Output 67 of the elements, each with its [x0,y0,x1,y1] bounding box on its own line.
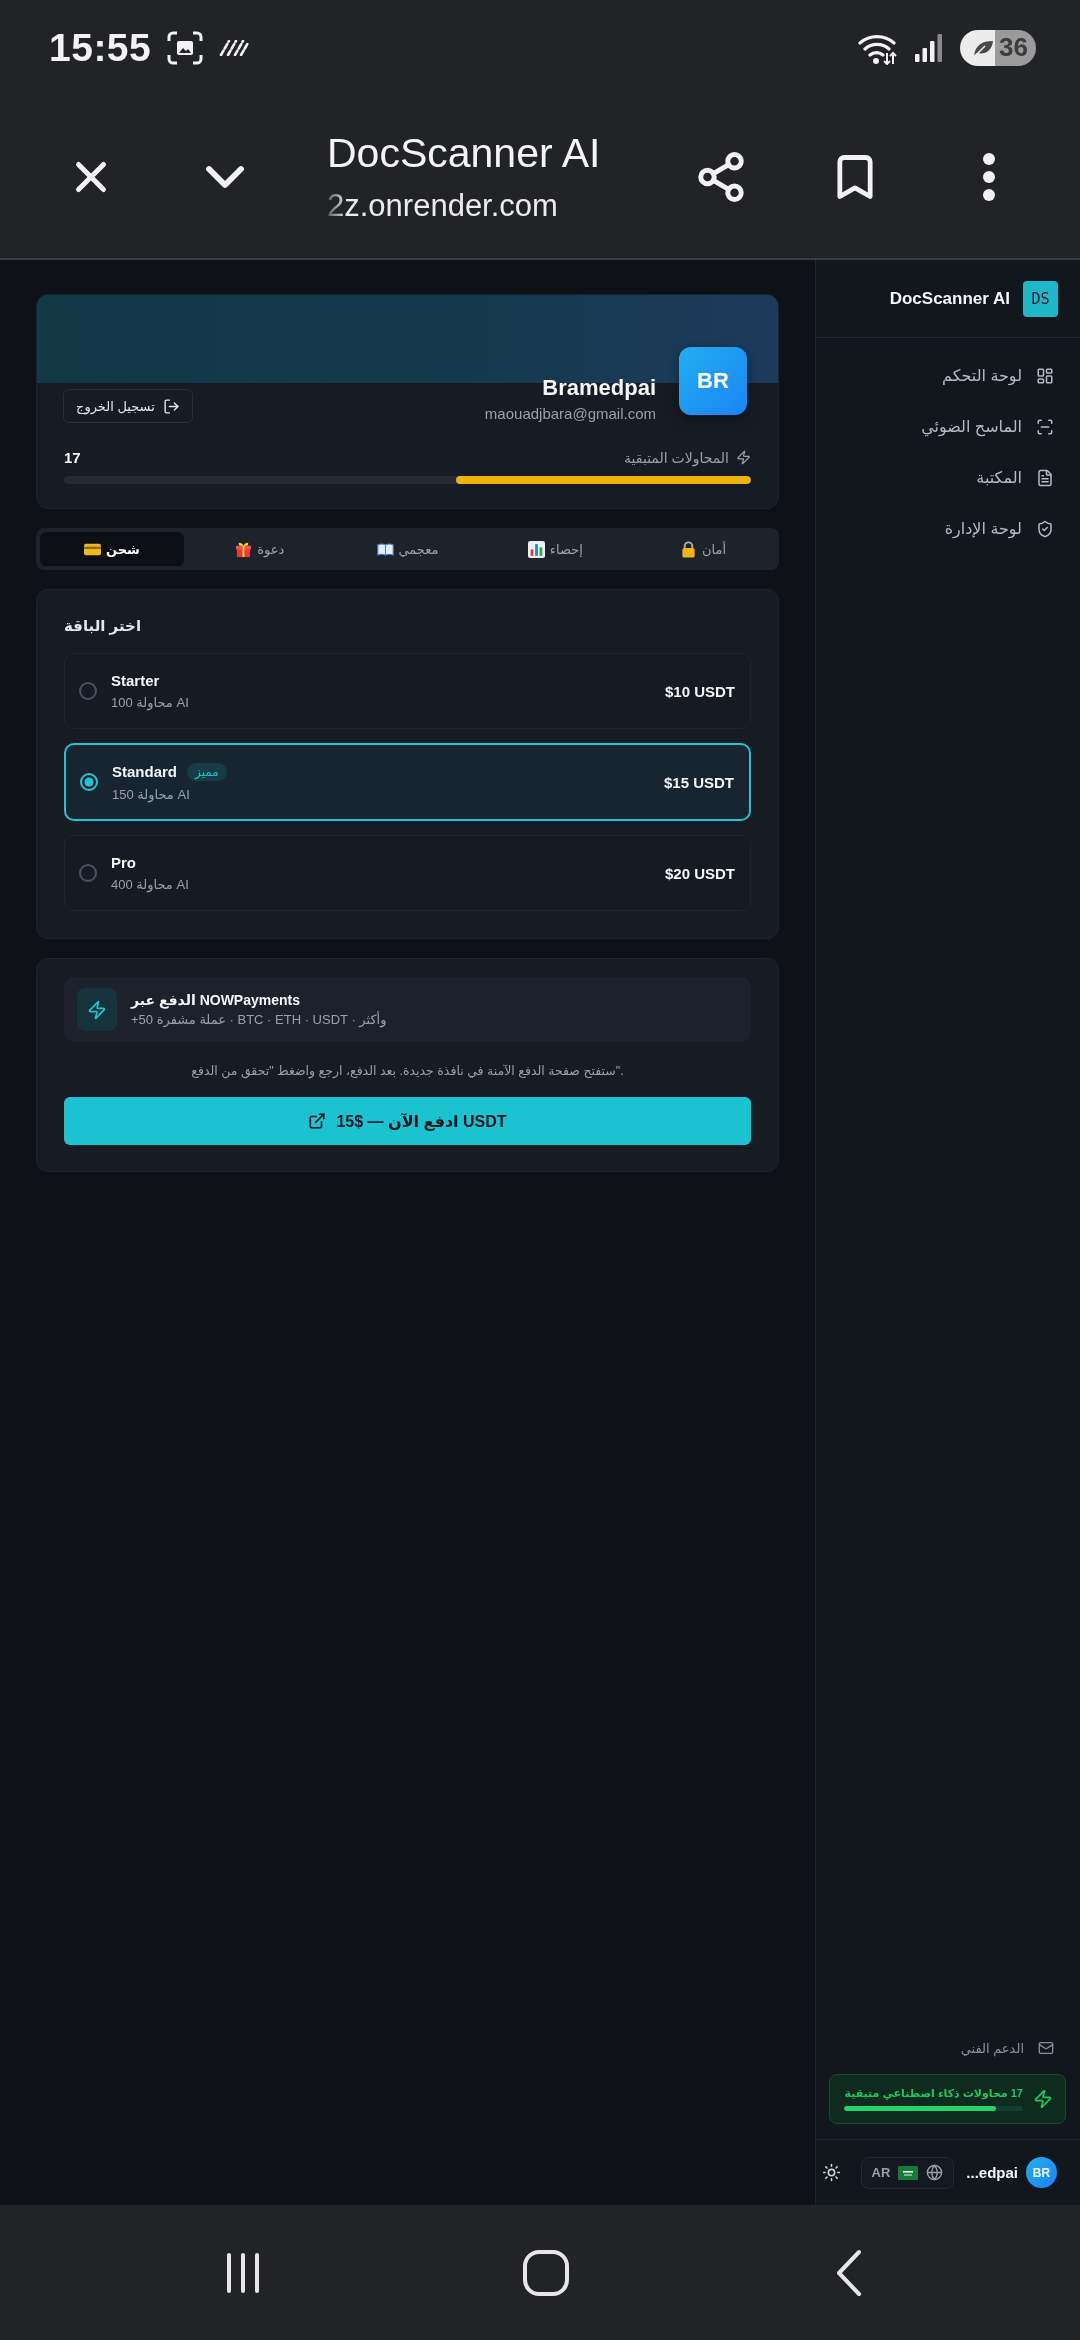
sidebar-item[interactable]: الماسح الضوئي [816,401,1080,452]
brand-logo: DS [1023,280,1058,317]
package-name: Starter [111,672,160,689]
radio-button[interactable] [79,682,97,700]
package-attempts: 100 محاولة AI [111,695,189,710]
payment-note: ستفتح صفحة الدفع الآمنة في نافذة جديدة. بعد الدفع، ارجع واضغط "تحقق من الدفع". [190,1063,625,1080]
stripes-icon [219,39,250,56]
credits-text: 17 محاولات ذكاء اصطناعي متبقية [844,2087,1023,2100]
logout-button[interactable]: تسجيل الخروج [63,389,193,423]
flag-icon [898,2165,919,2180]
screenshot-icon [167,30,204,65]
grid-icon [1036,366,1054,385]
package-attempts: 400 محاولة AI [111,877,189,892]
featured-badge: مميز [187,762,227,781]
remaining-label: المحاولات المتبقية [624,449,729,466]
back-icon[interactable] [836,2248,862,2297]
user-name: Bramedpai [542,375,656,401]
user-email: maouadjbara@gmail.com [484,405,656,423]
signal-icon [914,32,944,63]
user-name: ...edpai [966,2164,1018,2181]
radio-button[interactable] [80,773,98,791]
tab[interactable]: دعوة [187,532,332,566]
bar-chart-icon [527,540,545,558]
sidebar-item[interactable]: لوحة التحكم [816,350,1080,401]
provider-currencies: +50 عملة مشفرة · BTC · ETH · USDT · وأكثر [131,1012,387,1027]
bolt-icon [1033,2089,1053,2109]
tab[interactable]: معجمي [335,532,480,566]
bolt-icon [736,450,751,465]
document-icon [1036,468,1054,487]
user-avatar: BR [679,347,747,415]
shield-check-icon [1036,519,1054,538]
package-attempts: 150 محاولة AI [112,786,191,802]
home-icon[interactable] [523,2249,569,2296]
scan-icon [1036,417,1054,436]
language-selector[interactable]: AR [860,2156,955,2189]
package-price: $15 USDT [663,773,734,791]
bolt-icon [77,988,117,1031]
provider-title: الدفع عبر NOWPayments [131,992,301,1008]
package-price: $20 USDT [664,864,735,882]
book-icon [376,540,394,558]
logout-icon [162,397,180,415]
leaf-icon [972,38,994,57]
gift-icon [235,540,253,558]
tab[interactable]: شحن [40,532,184,566]
tab[interactable]: إحصاء [483,532,628,566]
url-text[interactable]: 2z.onrender.com [327,186,558,225]
package-name: Pro [111,854,136,871]
remaining-count: 17 [64,449,81,466]
status-time: 15:55 [49,25,152,70]
lock-icon [680,540,698,558]
sidebar-item[interactable]: لوحة الإدارة [816,503,1080,554]
brand-name: DocScanner AI [889,288,1010,309]
battery-level-text: 36 [999,32,1028,63]
tab[interactable]: أمان [631,532,775,566]
package-name: Standard [112,763,177,780]
pay-button[interactable]: ادفع الآن — $15 USDT [64,1097,751,1145]
package-price: $10 USDT [664,682,735,700]
more-menu-icon[interactable] [982,151,996,202]
globe-icon [926,2164,944,2181]
sun-icon[interactable] [821,2163,841,2182]
radio-button[interactable] [79,864,97,882]
page-title: DocScanner AI [327,128,602,177]
support-link[interactable]: الدعم الفني [816,2037,1080,2059]
sidebar-item[interactable]: المكتبة [816,452,1080,503]
external-link-icon [308,1112,327,1130]
mail-icon [1038,2040,1054,2056]
section-heading: اختر الباقة [64,616,143,636]
